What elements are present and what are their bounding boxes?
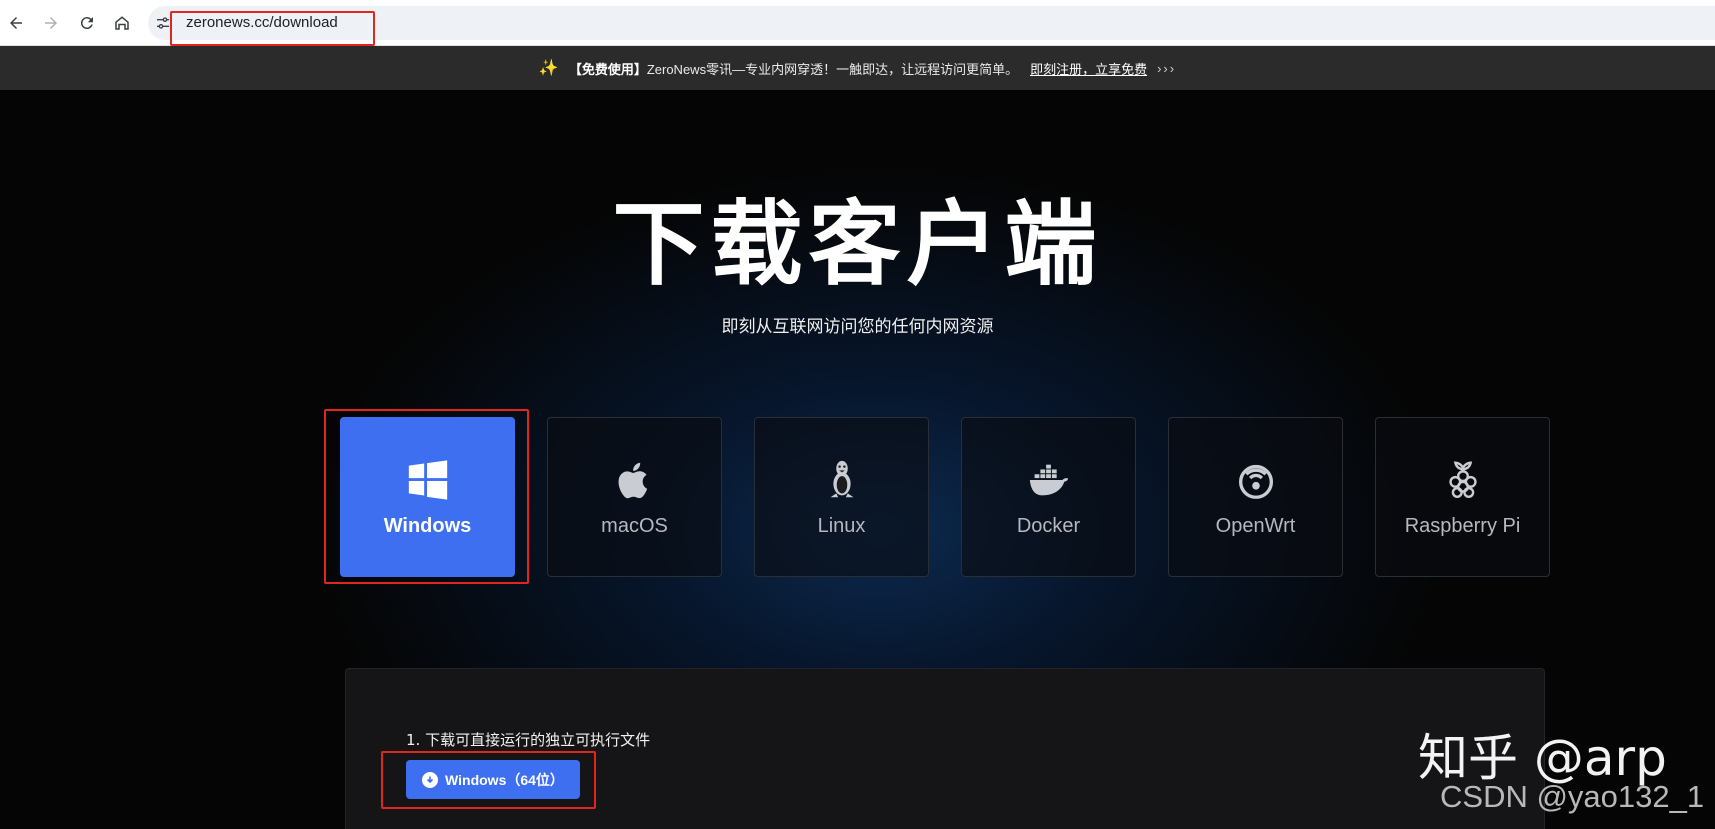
download-highlight-box: [381, 751, 596, 809]
chevron-right-icon: ›››: [1157, 60, 1177, 76]
platform-card-macos[interactable]: macOS: [547, 417, 722, 577]
sparkle-icon: ✨: [538, 60, 559, 77]
platform-card-linux[interactable]: Linux: [754, 417, 929, 577]
browser-toolbar: zeronews.cc/download: [0, 0, 1715, 46]
url-highlight-box: [170, 11, 375, 46]
register-link[interactable]: 即刻注册，立享免费: [1030, 59, 1147, 78]
announcement-highlight: 【免费使用】: [568, 61, 647, 77]
openwrt-icon: [1233, 457, 1279, 503]
back-button[interactable]: [4, 11, 28, 35]
download-step-text: 1. 下载可直接运行的独立可执行文件: [406, 731, 651, 749]
address-bar[interactable]: zeronews.cc/download: [148, 6, 1715, 40]
linux-icon: [819, 457, 865, 503]
announcement-text: ZeroNews零讯—专业内网穿透！一触即达，让远程访问更简单。: [646, 61, 1019, 77]
home-button[interactable]: [110, 11, 134, 35]
platform-card-openwrt[interactable]: OpenWrt: [1168, 417, 1343, 577]
tune-icon: [157, 17, 169, 29]
platform-card-raspberry-pi[interactable]: Raspberry Pi: [1375, 417, 1550, 577]
arrow-right-icon: [45, 17, 57, 29]
page-title: 下载客户端: [612, 191, 1103, 298]
docker-icon: [1026, 457, 1072, 503]
raspberry-pi-icon: [1440, 457, 1486, 503]
windows-highlight-box: [324, 409, 529, 584]
platform-label: Raspberry Pi: [1404, 514, 1521, 537]
home-icon: [115, 16, 129, 30]
platform-label: Linux: [817, 514, 866, 537]
announcement-bar: ✨ 【免费使用】 ZeroNews零讯—专业内网穿透！一触即达，让远程访问更简单…: [0, 46, 1715, 90]
reload-button[interactable]: [75, 11, 99, 35]
platform-label: macOS: [601, 514, 668, 537]
reload-icon: [80, 17, 93, 30]
platform-label: OpenWrt: [1215, 514, 1296, 537]
csdn-watermark: CSDN @yao132_1: [1440, 779, 1705, 814]
platform-card-docker[interactable]: Docker: [961, 417, 1136, 577]
page-subtitle: 即刻从互联网访问您的任何内网资源: [721, 317, 994, 337]
platform-label: Docker: [1016, 514, 1081, 537]
arrow-left-icon: [10, 17, 22, 29]
apple-icon: [612, 457, 658, 503]
forward-button[interactable]: [39, 11, 63, 35]
